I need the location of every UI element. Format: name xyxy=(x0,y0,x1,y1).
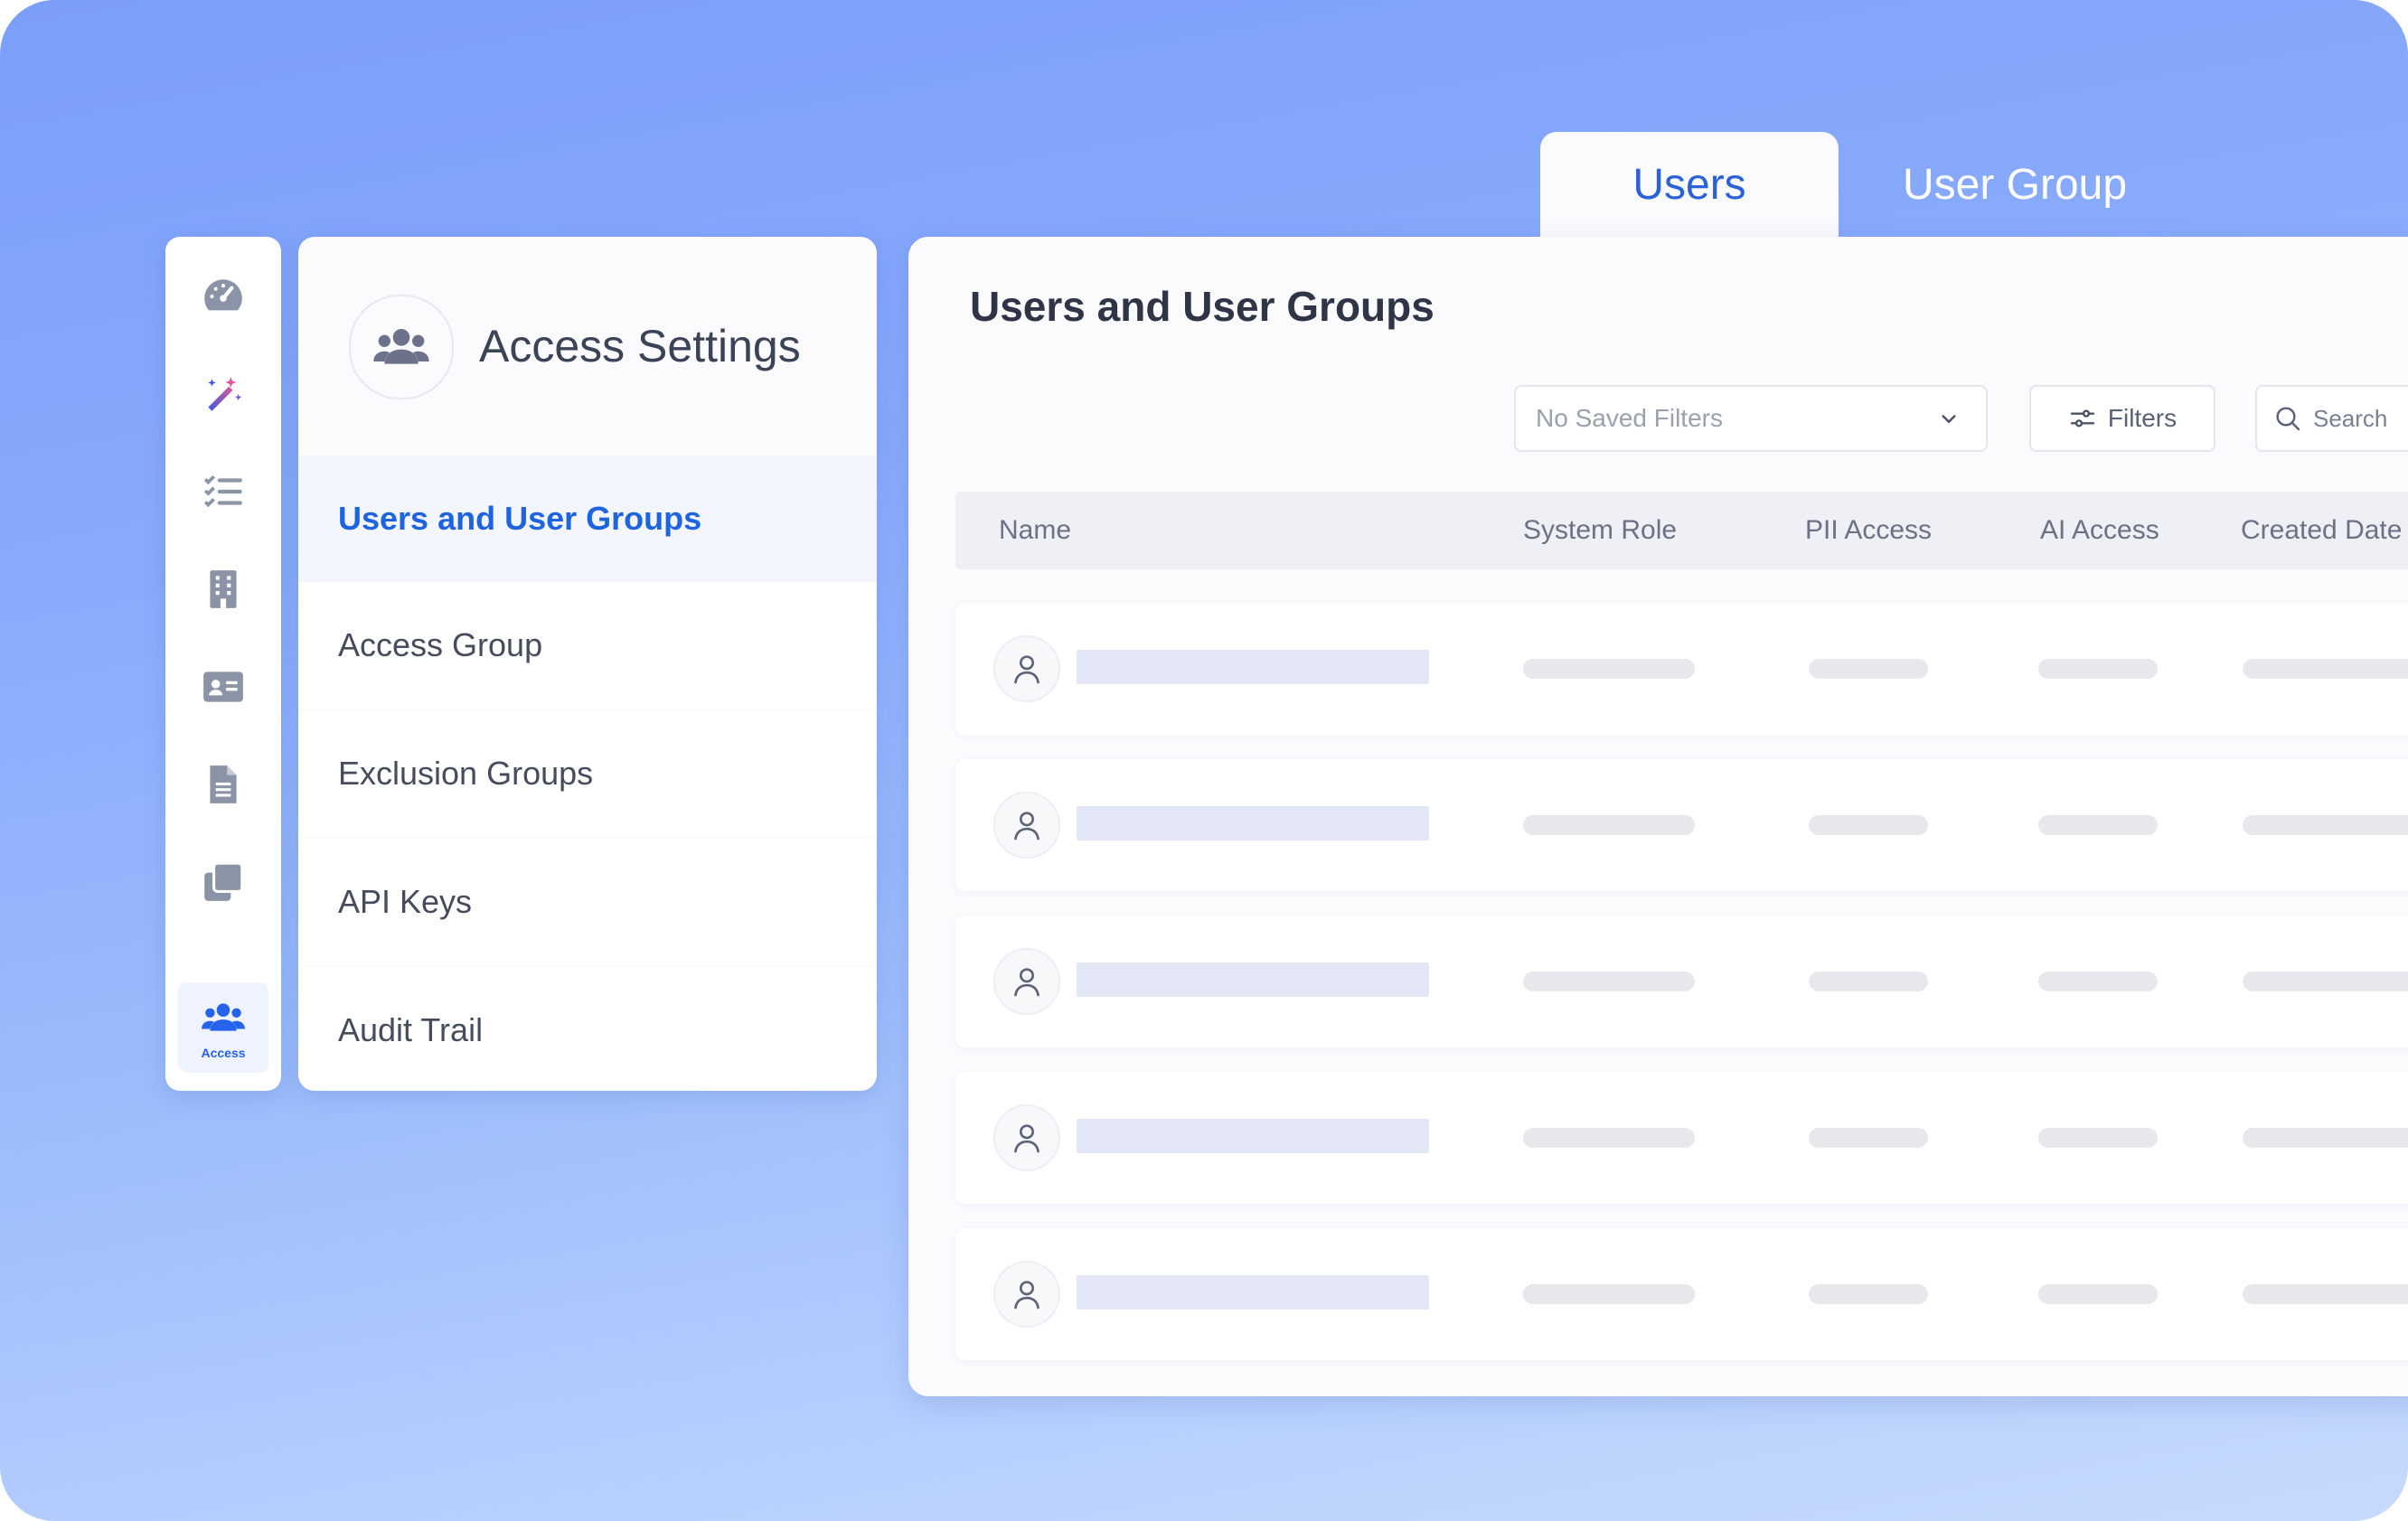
nav-item-api-keys[interactable]: API Keys xyxy=(298,839,877,965)
chevron-down-icon xyxy=(1942,415,1956,423)
cell-placeholder xyxy=(1523,815,1695,835)
rail-checklist-button[interactable] xyxy=(178,446,268,537)
column-header-pii-access[interactable]: PII Access xyxy=(1805,492,1932,569)
cell-placeholder xyxy=(1809,1128,1928,1148)
user-icon xyxy=(1014,812,1039,840)
cell-placeholder xyxy=(2243,1128,2408,1148)
table-row[interactable] xyxy=(955,603,2408,735)
table-row[interactable] xyxy=(955,759,2408,891)
saved-filters-select[interactable]: No Saved Filters xyxy=(1514,385,1988,452)
id-card-icon xyxy=(203,671,243,702)
cell-placeholder xyxy=(2038,1128,2158,1148)
nav-item-exclusion-groups[interactable]: Exclusion Groups xyxy=(298,710,877,837)
nav-item-audit-trail[interactable]: Audit Trail xyxy=(298,967,877,1091)
settings-nav-panel: Access Settings Users and User Groups Ac… xyxy=(298,237,877,1091)
filter-sliders-icon xyxy=(2070,409,2095,427)
rail-copy-button[interactable] xyxy=(178,837,268,927)
cell-placeholder xyxy=(1809,815,1928,835)
name-placeholder xyxy=(1077,1275,1429,1310)
column-header-created-date[interactable]: Created Date xyxy=(2241,492,2402,569)
table-row[interactable] xyxy=(955,915,2408,1047)
building-icon xyxy=(210,570,237,608)
rail-access-label: Access xyxy=(201,1046,246,1060)
rail-access-button[interactable]: Access xyxy=(178,982,268,1073)
dashboard-gauge-icon xyxy=(204,279,242,311)
nav-item-users-and-user-groups[interactable]: Users and User Groups xyxy=(298,455,877,582)
filters-label: Filters xyxy=(2107,404,2178,432)
avatar xyxy=(993,1104,1060,1171)
search-input[interactable]: Search xyxy=(2255,385,2408,452)
rail-idcard-button[interactable] xyxy=(178,642,268,732)
table-row[interactable] xyxy=(955,1228,2408,1360)
cell-placeholder xyxy=(1523,972,1695,991)
table-row[interactable] xyxy=(955,1072,2408,1204)
name-placeholder xyxy=(1077,806,1429,840)
users-group-icon xyxy=(373,329,429,364)
tab-users[interactable]: Users xyxy=(1540,132,1839,237)
column-header-system-role[interactable]: System Role xyxy=(1523,492,1677,569)
table-header: Name System Role PII Access AI Access Cr… xyxy=(955,492,2408,569)
avatar xyxy=(993,792,1060,859)
search-icon xyxy=(2276,407,2300,431)
avatar xyxy=(993,635,1060,702)
rail-building-button[interactable] xyxy=(178,544,268,634)
users-icon xyxy=(202,1003,245,1031)
cell-placeholder xyxy=(2038,972,2158,991)
cell-placeholder xyxy=(1809,972,1928,991)
cell-placeholder xyxy=(2038,659,2158,679)
filters-button[interactable]: Filters xyxy=(2029,385,2215,452)
cell-placeholder xyxy=(1523,1284,1695,1304)
cell-placeholder xyxy=(2243,972,2408,991)
cell-placeholder xyxy=(2038,1284,2158,1304)
nav-title: Access Settings xyxy=(479,321,801,371)
nav-header: Access Settings xyxy=(298,237,877,455)
cell-placeholder xyxy=(2243,815,2408,835)
rail-document-button[interactable] xyxy=(178,739,268,830)
copy-icon xyxy=(204,861,244,901)
cell-placeholder xyxy=(1809,659,1928,679)
search-placeholder: Search xyxy=(2313,404,2388,432)
user-icon xyxy=(1014,968,1039,997)
page-title: Users and User Groups xyxy=(970,283,1434,330)
nav-avatar xyxy=(349,295,454,399)
rail-magic-button[interactable] xyxy=(178,349,268,439)
cell-placeholder xyxy=(1523,1128,1695,1148)
user-icon xyxy=(1014,1281,1039,1310)
name-placeholder xyxy=(1077,1119,1429,1153)
nav-item-access-group[interactable]: Access Group xyxy=(298,582,877,709)
cell-placeholder xyxy=(2243,1284,2408,1304)
cell-placeholder xyxy=(1809,1284,1928,1304)
avatar xyxy=(993,948,1060,1015)
magic-wand-icon xyxy=(208,377,242,411)
icon-rail: Access xyxy=(165,237,281,1091)
name-placeholder xyxy=(1077,650,1429,684)
user-icon xyxy=(1014,655,1039,684)
user-icon xyxy=(1014,1124,1039,1153)
avatar xyxy=(993,1261,1060,1328)
column-header-name[interactable]: Name xyxy=(999,492,1071,569)
background: Users User Group Access Access Settings … xyxy=(0,0,2408,1521)
saved-filters-value: No Saved Filters xyxy=(1536,404,1723,432)
main-panel: Users and User Groups No Saved Filters F… xyxy=(908,237,2408,1396)
tab-user-group[interactable]: User Group xyxy=(1839,132,2191,237)
column-header-ai-access[interactable]: AI Access xyxy=(2040,492,2159,569)
cell-placeholder xyxy=(1523,659,1695,679)
document-icon xyxy=(210,765,237,803)
checklist-icon xyxy=(203,475,242,508)
cell-placeholder xyxy=(2243,659,2408,679)
cell-placeholder xyxy=(2038,815,2158,835)
rail-dashboard-button[interactable] xyxy=(178,251,268,342)
name-placeholder xyxy=(1077,962,1429,997)
